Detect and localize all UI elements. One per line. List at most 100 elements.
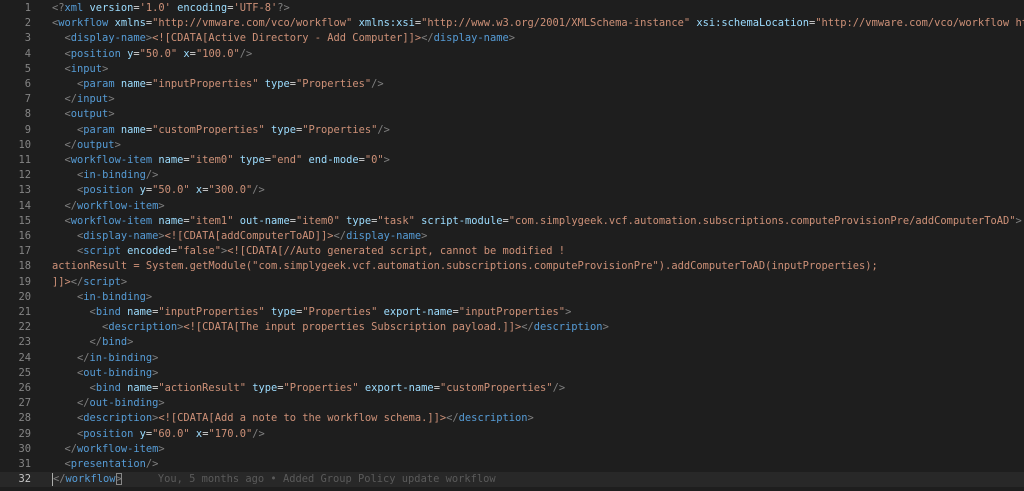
code-token: xmlns <box>108 17 146 30</box>
code-line[interactable]: 28 <description><![CDATA[Add a note to t… <box>0 411 1024 426</box>
code-line[interactable]: 31 <presentation/> <box>0 457 1024 472</box>
code-line[interactable]: 12 <in-binding/> <box>0 168 1024 183</box>
code-line[interactable]: 27 </out-binding> <box>0 396 1024 411</box>
code-line[interactable]: 29 <position y="60.0" x="170.0"/> <box>0 427 1024 442</box>
code-line[interactable]: 7 </input> <box>0 92 1024 107</box>
line-number: 4 <box>24 47 31 60</box>
code-token: name <box>114 123 146 136</box>
line-code: <in-binding/> <box>52 168 158 183</box>
code-line[interactable]: 8 <output> <box>0 107 1024 122</box>
code-line[interactable]: 14 </workflow-item> <box>0 199 1024 214</box>
code-token: display-name <box>83 230 159 242</box>
line-number: 25 <box>18 366 31 379</box>
code-token: y <box>133 427 146 440</box>
code-token: description <box>83 412 153 425</box>
code-token: type <box>264 123 297 136</box>
code-token: xmlns:xsi <box>352 17 415 30</box>
code-token: /> <box>371 78 384 90</box>
line-number: 29 <box>18 427 31 440</box>
line-number: 17 <box>18 245 31 258</box>
code-token: bind <box>95 382 121 394</box>
code-token: position <box>70 47 121 60</box>
code-token: name <box>152 214 184 227</box>
code-line[interactable]: 3 <display-name><![CDATA[Active Director… <box>0 31 1024 46</box>
code-token: </ <box>77 397 90 410</box>
code-line[interactable]: 23 </bind> <box>0 335 1024 350</box>
code-token: input <box>70 62 103 75</box>
line-code: </in-binding> <box>52 351 158 366</box>
code-token: "60.0" <box>152 427 190 440</box>
code-line[interactable]: 9 <param name="customProperties" type="P… <box>0 123 1024 138</box>
code-token: output <box>77 138 115 151</box>
code-line[interactable]: 19]]></script> <box>0 275 1024 290</box>
code-token: > <box>108 93 115 106</box>
code-line[interactable]: 16 <display-name><![CDATA[addComputerToA… <box>0 229 1024 244</box>
code-token: /> <box>377 123 390 136</box>
code-token: <![CDATA[addComputerToAD]]> <box>164 230 334 242</box>
code-token: "task" <box>377 214 415 227</box>
code-token: encoding <box>170 2 228 14</box>
code-line[interactable]: 20 <in-binding> <box>0 290 1024 305</box>
line-code: <bind name="inputProperties" type="Prope… <box>52 305 572 320</box>
code-line[interactable]: 25 <out-binding> <box>0 366 1024 381</box>
code-line[interactable]: 22 <description><![CDATA[The input prope… <box>0 320 1024 335</box>
line-code: <in-binding> <box>52 290 152 305</box>
code-line[interactable]: 30 </workflow-item> <box>0 442 1024 457</box>
code-token: script <box>83 275 121 288</box>
code-line[interactable]: 32 </workflow> You, 5 months ago • Added G… <box>0 472 1024 488</box>
code-editor[interactable]: 1 <?xml version='1.0' encoding='UTF-8'?> 2… <box>0 0 1024 491</box>
code-line[interactable]: 2 <workflow xmlns="http://vmware.com/vco/… <box>0 16 1024 31</box>
code-line[interactable]: 21 <bind name="inputProperties" type="Pr… <box>0 305 1024 320</box>
code-token: display-name <box>346 230 422 242</box>
line-code: </output> <box>52 138 121 153</box>
code-token: x <box>189 184 203 197</box>
code-token: > <box>565 306 572 318</box>
code-token: "0" <box>364 154 384 166</box>
code-token: </ <box>70 275 84 288</box>
code-token: "item0" <box>296 214 340 227</box>
code-line[interactable]: 1 <?xml version='1.0' encoding='UTF-8'?> <box>0 1 1024 16</box>
line-number: 1 <box>24 2 31 14</box>
code-token: name <box>114 78 146 90</box>
code-token: workflow-item <box>70 154 153 166</box>
line-number: 2 <box>24 17 31 30</box>
code-token: type <box>233 154 265 166</box>
code-token: <![CDATA[The input properties Subscripti… <box>183 321 522 334</box>
line-code: </input> <box>52 92 115 107</box>
code-line[interactable]: 5 <input> <box>0 62 1024 77</box>
line-number: 30 <box>18 442 31 455</box>
code-line[interactable]: 13 <position y="50.0" x="300.0"/> <box>0 183 1024 198</box>
code-token: "Properties" <box>283 382 359 394</box>
code-token: description <box>458 412 528 425</box>
code-line[interactable]: 6 <param name="inputProperties" type="Pr… <box>0 77 1024 92</box>
code-token: "item0" <box>189 154 234 166</box>
line-number: 27 <box>18 397 31 410</box>
line-code: <display-name><![CDATA[Active Directory … <box>52 31 515 46</box>
code-token: "Properties" <box>302 123 378 136</box>
code-token: in-binding <box>83 169 146 182</box>
code-token: "end" <box>271 154 303 166</box>
code-line[interactable]: 11 <workflow-item name="item0" type="end… <box>0 153 1024 168</box>
code-token: </ <box>53 473 66 486</box>
code-line[interactable]: 4 <position y="50.0" x="100.0"/> <box>0 47 1024 62</box>
code-token: x <box>189 427 203 440</box>
code-line[interactable]: 18 actionResult = System.getModule("com.s… <box>0 259 1024 274</box>
code-line[interactable]: 10 </output> <box>0 138 1024 153</box>
code-token: /> <box>252 184 265 197</box>
line-code: </workflow> You, 5 months ago • Added Gro… <box>52 472 496 487</box>
code-line[interactable]: 24 </in-binding> <box>0 351 1024 366</box>
code-line[interactable]: 15 <workflow-item name="item1" out-name=… <box>0 214 1024 229</box>
code-line[interactable]: 17 <script encoded="false"><![CDATA[//Au… <box>0 244 1024 259</box>
code-line[interactable]: 26 <bind name="actionResult" type="Prope… <box>0 381 1024 396</box>
code-token: </ <box>64 138 78 151</box>
